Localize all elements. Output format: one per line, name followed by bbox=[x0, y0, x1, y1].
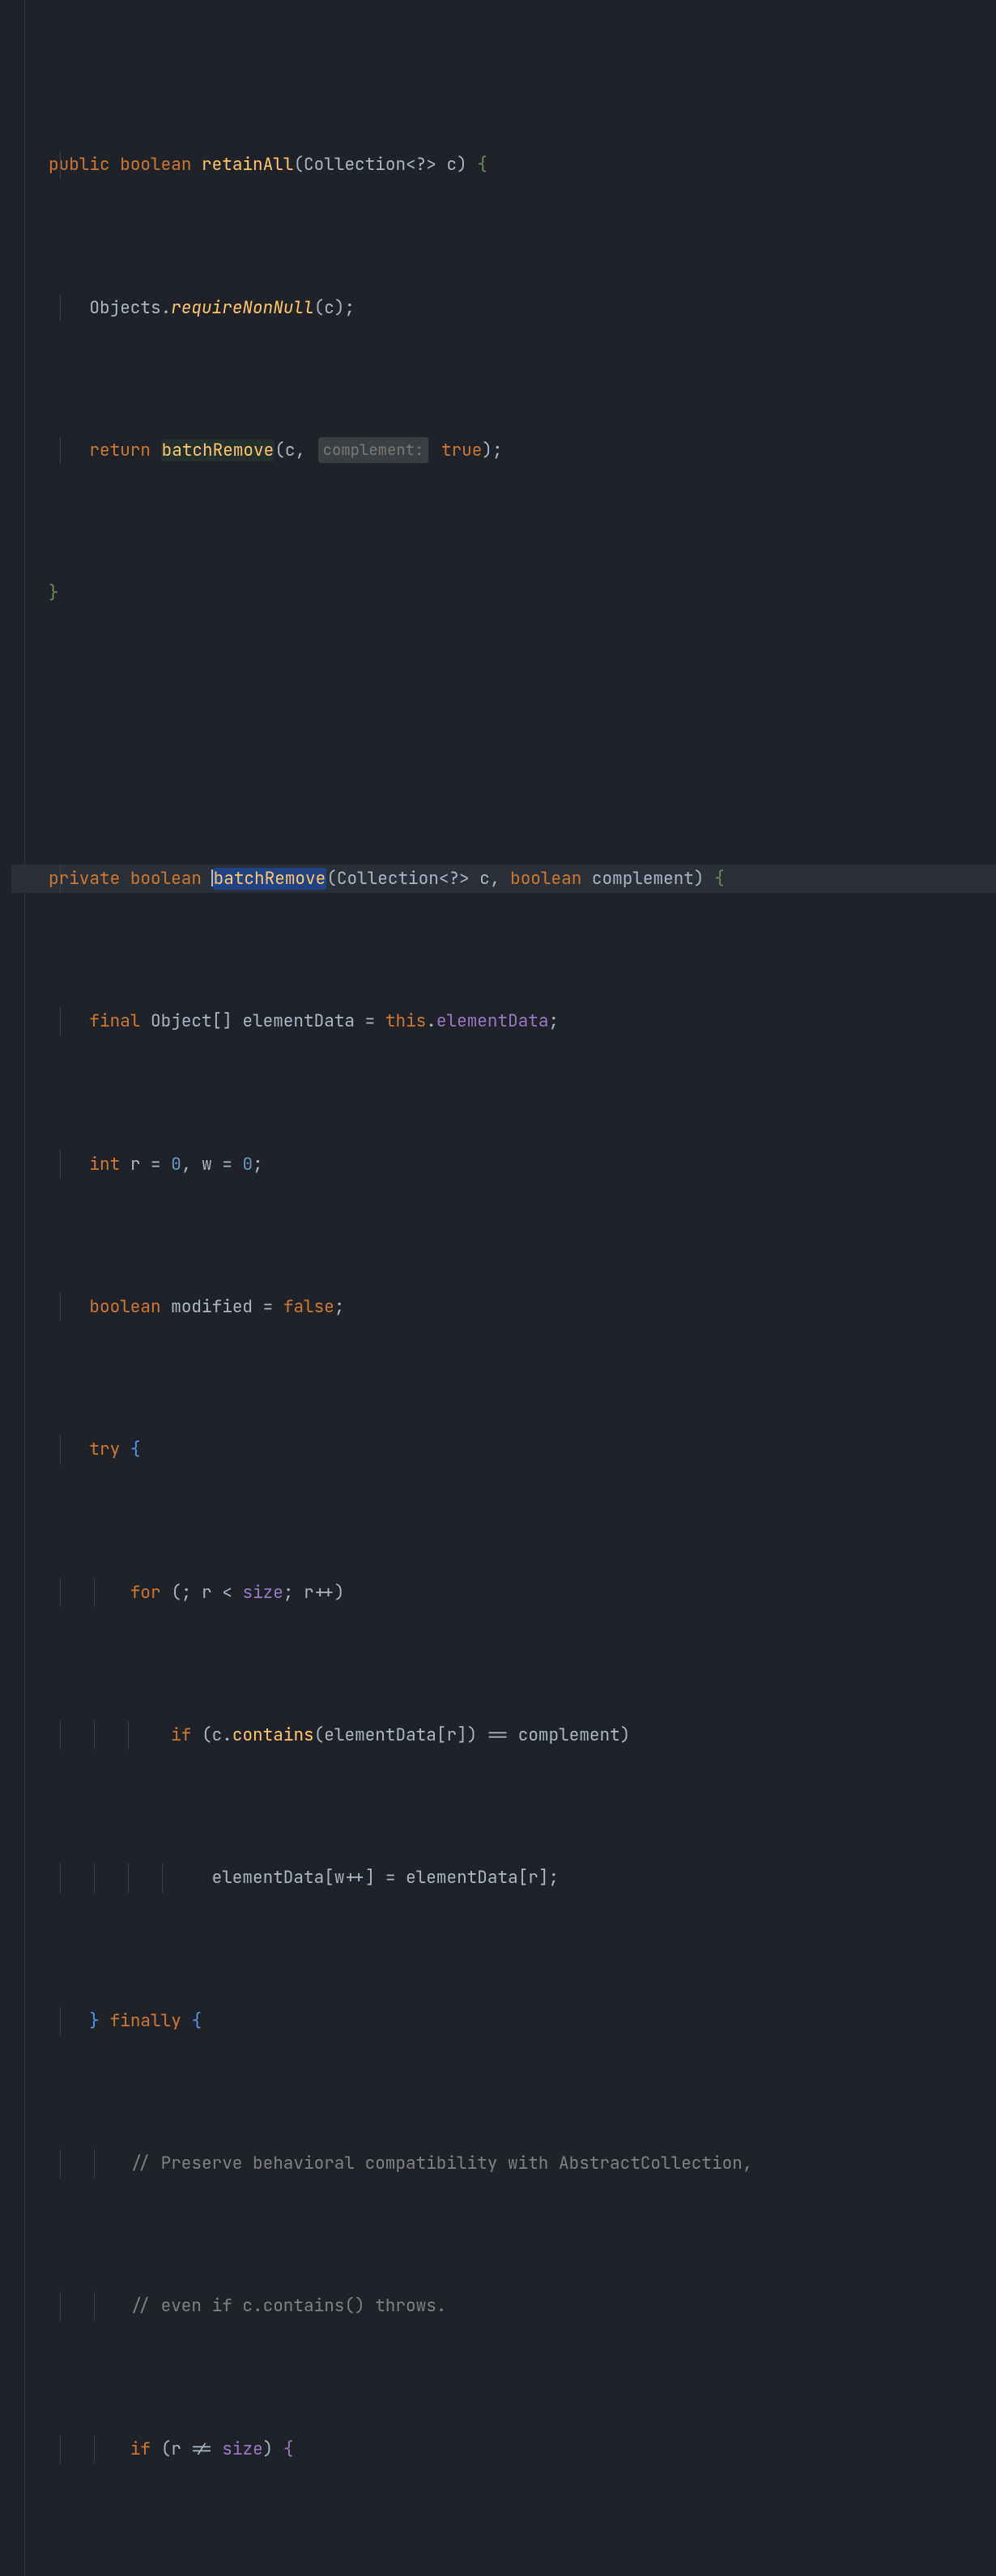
inlay-hint-complement: complement: bbox=[318, 437, 429, 463]
code-editor[interactable]: public boolean retainAll(Collection<?> c… bbox=[0, 0, 996, 2576]
code-line[interactable]: boolean modified = false; bbox=[11, 1293, 996, 1321]
code-line[interactable]: public boolean retainAll(Collection<?> c… bbox=[11, 151, 996, 179]
code-line[interactable]: try { bbox=[11, 1435, 996, 1464]
code-line-blank[interactable] bbox=[11, 722, 996, 750]
code-line[interactable]: return batchRemove(c, complement: true); bbox=[11, 436, 996, 465]
code-line[interactable]: final Object[] elementData = this.elemen… bbox=[11, 1007, 996, 1035]
code-line[interactable]: int r = 0, w = 0; bbox=[11, 1150, 996, 1179]
code-line[interactable]: elementData[w++] = elementData[r]; bbox=[11, 1864, 996, 1892]
comment: // Preserve behavioral compatibility wit… bbox=[130, 2153, 753, 2174]
method-retainAll: retainAll bbox=[202, 154, 293, 176]
method-batchRemove-decl: batchRemove bbox=[213, 868, 327, 890]
code-line-active[interactable]: private boolean batchRemove(Collection<?… bbox=[11, 865, 996, 893]
method-batchRemove-call: batchRemove bbox=[161, 440, 275, 461]
keyword-public: public bbox=[49, 154, 110, 176]
code-line[interactable]: } bbox=[11, 579, 996, 607]
code-line[interactable]: } finally { bbox=[11, 2007, 996, 2035]
code-line[interactable]: Objects.requireNonNull(c); bbox=[11, 294, 996, 322]
code-line[interactable]: // even if c.contains() throws. bbox=[11, 2292, 996, 2320]
code-line[interactable]: if (r != size) { bbox=[11, 2435, 996, 2463]
comment: // even if c.contains() throws. bbox=[130, 2295, 447, 2317]
type-collection: Collection bbox=[304, 154, 406, 176]
keyword-boolean: boolean bbox=[120, 154, 191, 176]
code-line[interactable]: // Preserve behavioral compatibility wit… bbox=[11, 2149, 996, 2178]
code-line[interactable]: for (; r < size; r++) bbox=[11, 1579, 996, 1607]
method-requireNonNull: requireNonNull bbox=[171, 297, 313, 319]
code-line[interactable]: if (c.contains(elementData[r]) == comple… bbox=[11, 1721, 996, 1749]
gutter bbox=[0, 0, 25, 2576]
